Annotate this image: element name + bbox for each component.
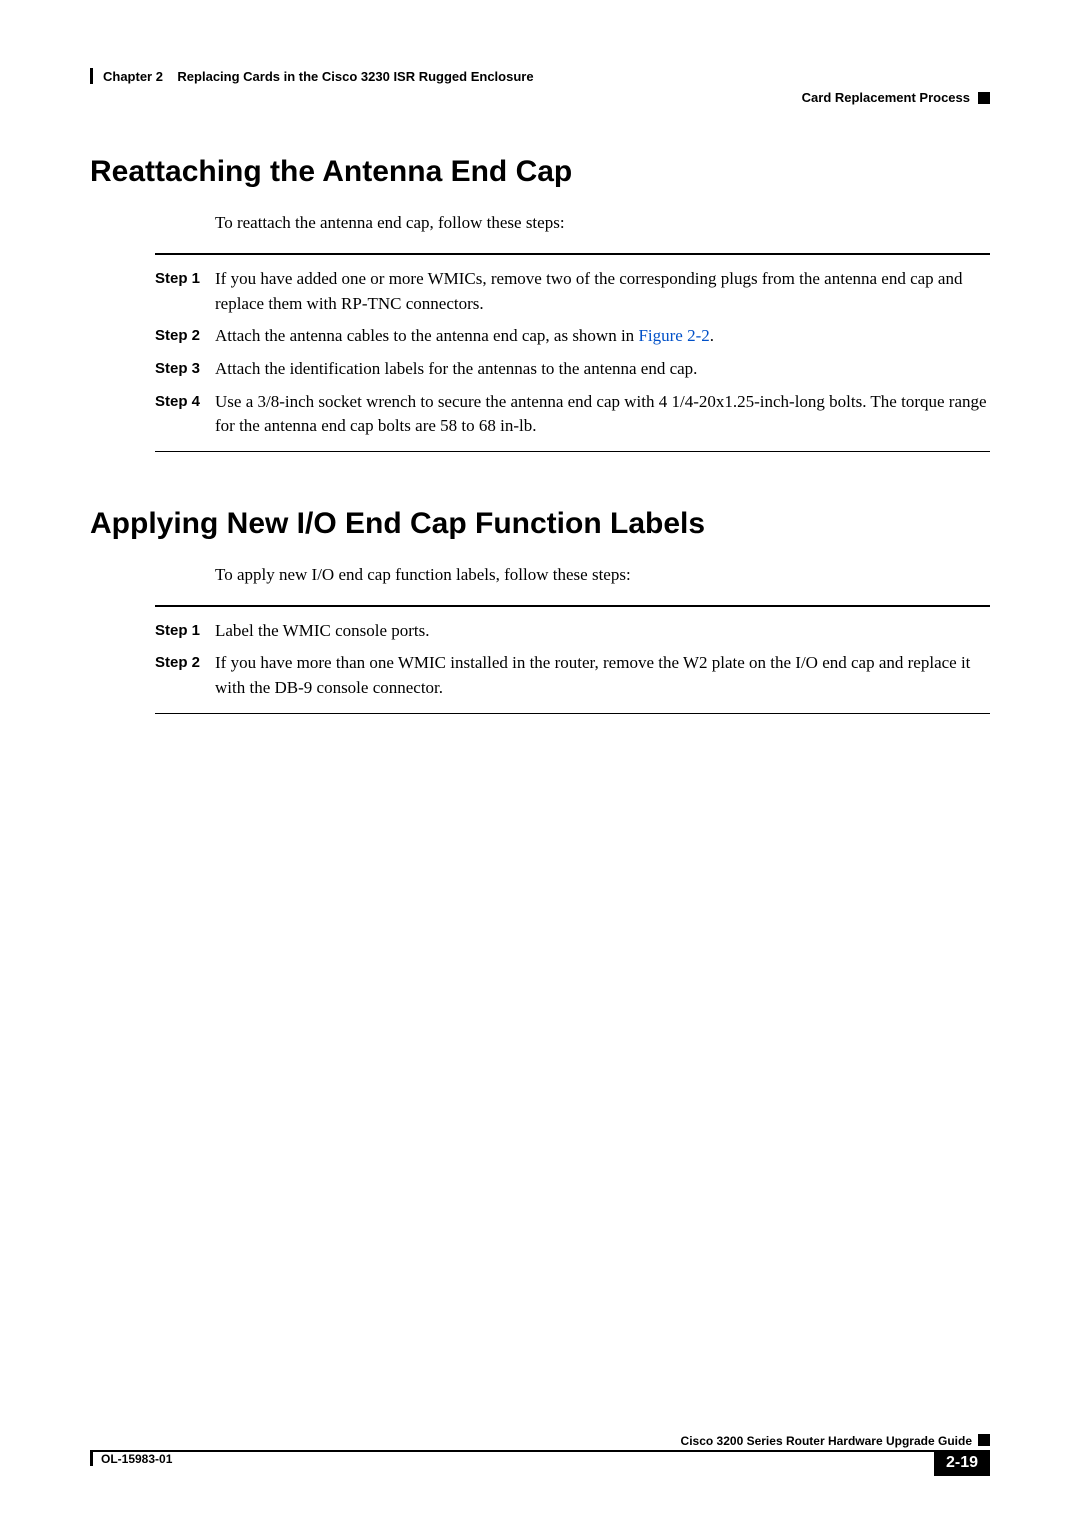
steps-block: Step 1 Label the WMIC console ports. Ste…	[155, 605, 990, 714]
chapter-title: Replacing Cards in the Cisco 3230 ISR Ru…	[177, 69, 533, 84]
section-title: Reattaching the Antenna End Cap	[90, 155, 990, 189]
section-header-right: Card Replacement Process	[90, 90, 990, 105]
step-text: Attach the identification labels for the…	[215, 357, 990, 382]
section-name: Card Replacement Process	[802, 90, 970, 105]
header-tick-mark	[90, 68, 93, 84]
step-label: Step 1	[155, 267, 215, 316]
section-title: Applying New I/O End Cap Function Labels	[90, 507, 990, 541]
step-label: Step 1	[155, 619, 215, 644]
section-applying-labels: Applying New I/O End Cap Function Labels…	[90, 507, 990, 714]
page-number-badge: 2-19	[934, 1450, 990, 1476]
step-bottom-rule	[155, 451, 990, 452]
step-text: Use a 3/8-inch socket wrench to secure t…	[215, 390, 990, 439]
step-label: Step 3	[155, 357, 215, 382]
step-text: If you have more than one WMIC installed…	[215, 651, 990, 700]
step-top-rule	[155, 605, 990, 607]
step-row: Step 1 If you have added one or more WMI…	[155, 267, 990, 316]
step-text-post: .	[710, 326, 714, 345]
step-row: Step 1 Label the WMIC console ports.	[155, 619, 990, 644]
step-text: Label the WMIC console ports.	[215, 619, 990, 644]
step-label: Step 2	[155, 324, 215, 349]
guide-title: Cisco 3200 Series Router Hardware Upgrad…	[681, 1434, 972, 1448]
step-text: If you have added one or more WMICs, rem…	[215, 267, 990, 316]
figure-link[interactable]: Figure 2-2	[638, 326, 709, 345]
step-label: Step 2	[155, 651, 215, 700]
step-row: Step 4 Use a 3/8-inch socket wrench to s…	[155, 390, 990, 439]
doc-id: OL-15983-01	[101, 1452, 172, 1466]
footer-tick-mark	[90, 1452, 93, 1466]
step-top-rule	[155, 253, 990, 255]
section-intro: To reattach the antenna end cap, follow …	[215, 213, 990, 233]
step-label: Step 4	[155, 390, 215, 439]
step-text: Attach the antenna cables to the antenna…	[215, 324, 990, 349]
header-end-marker	[978, 92, 990, 104]
chapter-number: Chapter 2	[103, 69, 163, 84]
step-text-pre: Attach the antenna cables to the antenna…	[215, 326, 638, 345]
page-footer: Cisco 3200 Series Router Hardware Upgrad…	[90, 1434, 990, 1476]
step-row: Step 2 Attach the antenna cables to the …	[155, 324, 990, 349]
chapter-header: Chapter 2 Replacing Cards in the Cisco 3…	[90, 68, 990, 84]
section-reattaching-antenna: Reattaching the Antenna End Cap To reatt…	[90, 155, 990, 452]
step-bottom-rule	[155, 713, 990, 714]
footer-end-marker	[978, 1434, 990, 1446]
step-row: Step 3 Attach the identification labels …	[155, 357, 990, 382]
step-row: Step 2 If you have more than one WMIC in…	[155, 651, 990, 700]
steps-block: Step 1 If you have added one or more WMI…	[155, 253, 990, 452]
section-intro: To apply new I/O end cap function labels…	[215, 565, 990, 585]
